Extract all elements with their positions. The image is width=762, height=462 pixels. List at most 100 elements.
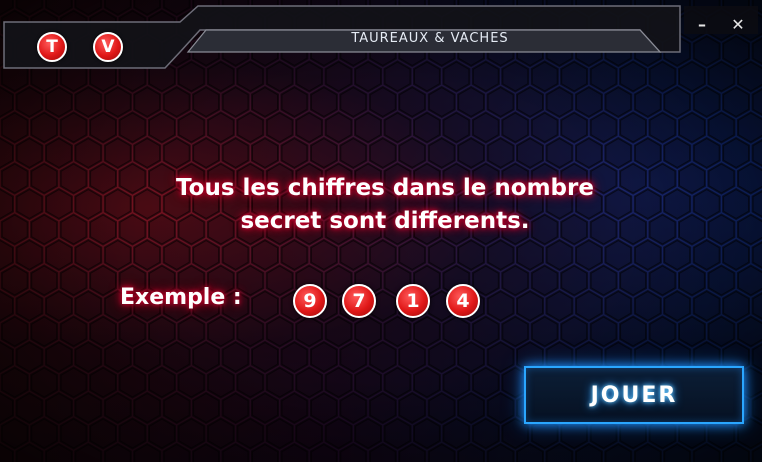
hex-cell (74, 340, 103, 374)
hex-cell (236, 366, 265, 399)
hex-cell (251, 340, 279, 374)
hex-cell (74, 289, 103, 323)
hex-cell (339, 340, 368, 374)
hex-cell (398, 85, 427, 119)
hex-cell (501, 315, 530, 348)
example-digit: 1 (396, 284, 430, 318)
hex-cell (133, 238, 162, 272)
hex-cell (633, 289, 662, 323)
hex-cell (0, 238, 14, 272)
hex-cell (236, 111, 265, 144)
hex-cell (148, 417, 176, 450)
hex-cell (722, 187, 751, 221)
hex-cell (162, 238, 191, 272)
hex-cell (678, 213, 706, 246)
hex-cell (751, 240, 762, 270)
hex-cell (192, 136, 221, 170)
hex-cell (692, 442, 721, 462)
hex-cell (736, 264, 762, 297)
hex-cell (486, 340, 515, 374)
hex-cell (59, 213, 88, 246)
hex-cell (251, 238, 279, 272)
hex-cell (707, 213, 736, 246)
play-button[interactable]: JOUER (524, 366, 744, 424)
hex-cell (221, 391, 250, 425)
example-digit-value: 7 (352, 290, 366, 312)
hex-cell (692, 85, 721, 119)
rule-message-line-1: Tous les chiffres dans le nombre (176, 175, 594, 201)
hex-cell (574, 289, 603, 323)
hex-cell (280, 238, 309, 272)
hex-cell (15, 340, 44, 374)
hex-cell (30, 162, 59, 195)
hex-cell (413, 366, 441, 399)
hex-cell (574, 136, 603, 170)
hex-cell (751, 291, 762, 321)
hex-cell (545, 442, 574, 462)
hex-cell (309, 136, 338, 170)
hex-cell (427, 238, 456, 272)
hex-cell (574, 238, 603, 272)
hex-cell (648, 315, 677, 348)
hex-cell (74, 85, 103, 119)
example-digit-value: 9 (303, 290, 317, 312)
hex-cell (280, 391, 309, 425)
hex-cell (530, 264, 559, 297)
hex-cell (354, 111, 383, 144)
hex-cell (736, 111, 762, 144)
hex-cell (692, 136, 721, 170)
hex-cell (324, 366, 353, 399)
example-digit-value: 4 (456, 290, 470, 312)
hex-cell (398, 136, 427, 170)
logo-v-letter: V (101, 37, 115, 57)
hex-cell (648, 264, 677, 297)
hex-cell (44, 289, 73, 323)
hex-cell (89, 315, 117, 348)
hex-cell (368, 238, 397, 272)
hex-cell (354, 417, 383, 450)
hex-cell (59, 111, 88, 144)
hex-cell (707, 162, 736, 195)
hex-cell (368, 136, 397, 170)
hex-cell (457, 136, 486, 170)
hex-cell (118, 315, 147, 348)
hex-cell (221, 85, 250, 119)
hex-cell (30, 111, 59, 144)
hex-cell (177, 366, 206, 399)
close-button[interactable]: ✕ (728, 15, 748, 35)
hex-cell (589, 111, 618, 144)
hex-cell (295, 111, 324, 144)
hex-cell (692, 238, 721, 272)
hex-cell (74, 442, 103, 462)
game-window: T V TAUREAUX & VACHES – ✕ Tous les chiff… (0, 0, 762, 462)
hex-cell (678, 315, 706, 348)
hex-cell (398, 340, 427, 374)
rule-message: Tous les chiffres dans le nombre secret … (100, 172, 670, 238)
hex-cell (751, 342, 762, 372)
hex-cell (633, 238, 662, 272)
hex-cell (265, 315, 294, 348)
hex-cell (89, 417, 117, 450)
hex-cell (59, 162, 88, 195)
hex-cell (722, 442, 751, 462)
hex-cell (15, 187, 44, 221)
hex-cell (0, 162, 29, 195)
hex-cell (324, 111, 353, 144)
hex-cell (354, 366, 383, 399)
hex-cell (516, 442, 544, 462)
minimize-button[interactable]: – (692, 15, 712, 35)
hex-cell (339, 238, 368, 272)
hex-cell (30, 366, 59, 399)
hex-cell (516, 85, 544, 119)
hex-cell (295, 417, 324, 450)
hex-cell (0, 315, 29, 348)
hex-cell (0, 213, 29, 246)
hex-cell (44, 238, 73, 272)
hex-cell (457, 85, 486, 119)
hex-cell (471, 111, 500, 144)
hex-cell (471, 417, 500, 450)
hex-cell (663, 136, 692, 170)
hex-cell (574, 442, 603, 462)
hex-cell (103, 340, 132, 374)
hex-cell (89, 366, 117, 399)
